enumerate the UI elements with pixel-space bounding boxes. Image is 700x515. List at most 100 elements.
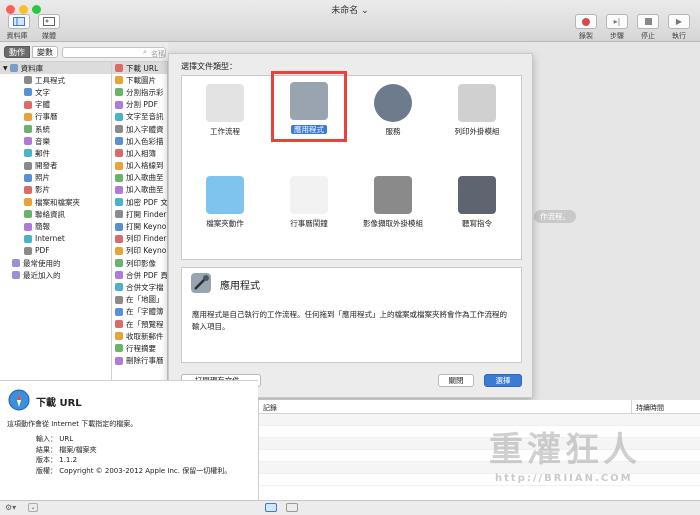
log-panel[interactable]: 記錄 持續時間 重灌狂人 http://BRIIAN.COM bbox=[258, 400, 700, 500]
action-item[interactable]: 刪除行事曆 bbox=[112, 355, 167, 367]
document-type-label: 列印外掛模組 bbox=[454, 127, 500, 136]
document-type-grid: 工作流程 應用程式 服務 列印外掛模組檔案夾動作 行事曆鬧鐘 影像擷取外掛模組 聽寫指令 bbox=[181, 71, 522, 260]
media-button[interactable] bbox=[38, 14, 60, 29]
action-list[interactable]: 下載 URL 下載圖片分割指示彩分割 PDF 文字至音訊 加入字體資 加入色彩描 加入相簿… bbox=[112, 62, 168, 380]
action-item[interactable]: 在「字體簿 bbox=[112, 306, 167, 318]
log-view-icon[interactable] bbox=[286, 503, 298, 512]
collapse-description-icon[interactable]: ⌄ bbox=[28, 503, 38, 512]
action-icon bbox=[115, 149, 123, 158]
category-item[interactable]: 工具程式 bbox=[0, 74, 111, 86]
action-details: 輸入： URL 結果： 檔案/檔案夾 版本： 1.1.2 版權： Copyrig… bbox=[30, 434, 231, 476]
watermark-title: 重灌狂人 bbox=[489, 430, 641, 470]
action-item[interactable]: 加密 PDF 文 bbox=[112, 196, 167, 208]
category-list[interactable]: ▼ 資料庫 工具程式 文字字體 行事曆 系統 音樂 郵件開發者 照片 影片 檔案和檔案夾 聯絡資訊… bbox=[0, 62, 112, 380]
document-type-microphone[interactable]: 聽寫指令 bbox=[442, 176, 512, 229]
category-label: 簡報 bbox=[35, 222, 50, 232]
choose-button[interactable]: 選擇 bbox=[484, 374, 522, 387]
action-item[interactable]: 行程摘要 bbox=[112, 342, 167, 354]
run-button[interactable]: ▶ bbox=[668, 14, 690, 29]
action-item[interactable]: 文字至音訊 bbox=[112, 111, 167, 123]
category-item[interactable]: 簡報 bbox=[0, 220, 111, 232]
stop-button[interactable] bbox=[637, 14, 659, 29]
tab-actions[interactable]: 動作 bbox=[4, 46, 30, 58]
category-label: 郵件 bbox=[35, 148, 50, 158]
result-label: 結果： bbox=[36, 445, 57, 454]
record-button[interactable] bbox=[575, 14, 597, 29]
document-type-dialog: 選擇文件類型： 工作流程 應用程式 服務 列印外掛模組 檔案夾動作 行事曆鬧鐘 影像擷取外掛… bbox=[168, 53, 533, 398]
action-summary: 這項動作會從 Internet 下載指定的檔案。 bbox=[7, 420, 138, 428]
action-item[interactable]: 加入格線到 bbox=[112, 160, 167, 172]
action-label: 分割 PDF bbox=[126, 100, 158, 110]
action-item[interactable]: 列印 Finder bbox=[112, 233, 167, 245]
category-item[interactable]: 系統 bbox=[0, 123, 111, 135]
action-label: 下載圖片 bbox=[126, 75, 156, 85]
category-item[interactable]: 照片 bbox=[0, 172, 111, 184]
action-label: 加入歌曲至 bbox=[126, 173, 164, 183]
category-item[interactable]: 音樂 bbox=[0, 135, 111, 147]
document-type-workflow[interactable]: 工作流程 bbox=[190, 84, 260, 137]
document-type-camera[interactable]: 影像擷取外掛模組 bbox=[358, 176, 428, 229]
action-item[interactable]: 收取新郵件 bbox=[112, 330, 167, 342]
category-item[interactable]: 影片 bbox=[0, 184, 111, 196]
category-item[interactable]: PDF bbox=[0, 245, 111, 257]
action-item[interactable]: 加入色彩描 bbox=[112, 135, 167, 147]
list-view-icon[interactable] bbox=[265, 503, 277, 512]
action-item[interactable]: 合併文字檔 bbox=[112, 281, 167, 293]
result-value: 檔案/檔案夾 bbox=[59, 445, 97, 454]
category-item[interactable]: 聯絡資訊 bbox=[0, 208, 111, 220]
application-icon bbox=[191, 273, 211, 293]
close-button[interactable]: 關閉 bbox=[438, 374, 474, 387]
movie-icon bbox=[24, 185, 32, 194]
category-item[interactable]: 檔案和檔案夾 bbox=[0, 196, 111, 208]
smart-group-item[interactable]: 最近加入的 bbox=[0, 269, 111, 281]
action-item[interactable]: 在「地圖」 bbox=[112, 294, 167, 306]
step-button[interactable]: ▸| bbox=[606, 14, 628, 29]
input-value: URL bbox=[59, 435, 74, 443]
action-item[interactable]: 加入歌曲至 bbox=[112, 184, 167, 196]
text-icon bbox=[24, 88, 32, 97]
category-label: 影片 bbox=[35, 185, 50, 195]
record-icon bbox=[582, 17, 590, 26]
action-item[interactable]: 加入歌曲至 bbox=[112, 172, 167, 184]
category-item[interactable]: 開發者 bbox=[0, 160, 111, 172]
action-item[interactable]: 分割 PDF bbox=[112, 99, 167, 111]
action-label: 刪除行事曆 bbox=[126, 356, 164, 366]
action-item[interactable]: 下載圖片 bbox=[112, 74, 167, 86]
smart-group-item[interactable]: 最常使用的 bbox=[0, 257, 111, 269]
search-field[interactable]: ⌕ 名稱 bbox=[62, 47, 166, 58]
library-root-item[interactable]: ▼ 資料庫 bbox=[0, 62, 111, 75]
action-label: 在「地圖」 bbox=[126, 295, 164, 305]
action-item[interactable]: 分割指示彩 bbox=[112, 86, 167, 98]
category-item[interactable]: 行事曆 bbox=[0, 111, 111, 123]
category-label: PDF bbox=[35, 246, 50, 256]
duration-column-header[interactable]: 持續時間 bbox=[636, 403, 664, 413]
system-icon bbox=[24, 125, 32, 134]
category-item[interactable]: 文字 bbox=[0, 86, 111, 98]
action-item[interactable]: 列印影像 bbox=[112, 257, 167, 269]
category-item[interactable]: 字體 bbox=[0, 99, 111, 111]
action-item[interactable]: 打開 Finder bbox=[112, 208, 167, 220]
action-item[interactable]: 加入字體資 bbox=[112, 123, 167, 135]
action-label: 分割指示彩 bbox=[126, 87, 164, 97]
gear-menu-icon[interactable]: ⚙▾ bbox=[5, 503, 16, 512]
library-toggle-button[interactable] bbox=[8, 14, 30, 29]
run-icon: ▶ bbox=[675, 17, 683, 26]
category-label: 文字 bbox=[35, 87, 50, 97]
document-type-calendar[interactable]: 行事曆鬧鐘 bbox=[274, 176, 344, 229]
category-label: 開發者 bbox=[35, 161, 58, 171]
document-type-printer[interactable]: 列印外掛模組 bbox=[442, 84, 512, 137]
document-type-folder[interactable]: 檔案夾動作 bbox=[190, 176, 260, 229]
category-item[interactable]: 郵件 bbox=[0, 147, 111, 159]
action-item[interactable]: 加入相簿 bbox=[112, 147, 167, 159]
document-type-application[interactable]: 應用程式 bbox=[271, 71, 347, 142]
log-column-header[interactable]: 記錄 bbox=[263, 403, 277, 413]
tab-variables[interactable]: 變數 bbox=[32, 46, 58, 58]
document-type-gear[interactable]: 服務 bbox=[358, 84, 428, 137]
category-item[interactable]: Internet bbox=[0, 233, 111, 245]
action-item[interactable]: 打開 Keyno bbox=[112, 220, 167, 232]
description-text: 應用程式是自己執行的工作流程。任何拖到「應用程式」上的檔案或檔案夾將會作為工作流… bbox=[192, 310, 507, 331]
action-item[interactable]: 合併 PDF 頁 bbox=[112, 269, 167, 281]
action-item[interactable]: 在「預覽程 bbox=[112, 318, 167, 330]
action-item[interactable]: 下載 URL bbox=[112, 62, 167, 75]
action-item[interactable]: 列印 Keyno bbox=[112, 245, 167, 257]
